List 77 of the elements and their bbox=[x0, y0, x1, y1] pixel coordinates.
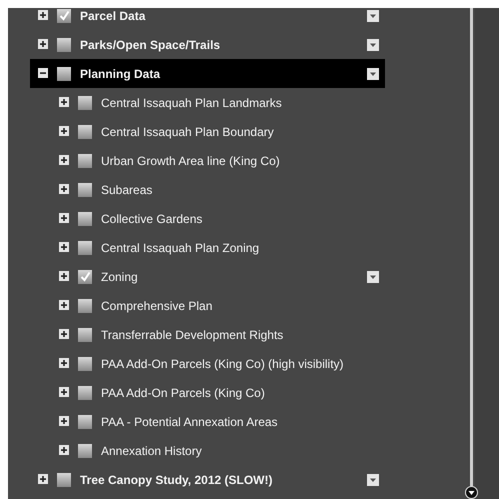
layer-row[interactable]: Planning Data bbox=[30, 59, 385, 88]
layer-label: PAA Add-On Parcels (King Co) (high visibility) bbox=[101, 356, 345, 370]
checkbox[interactable] bbox=[78, 356, 92, 370]
layer-row[interactable]: PAA - Potential Annexation Areas bbox=[30, 407, 385, 436]
checkbox[interactable] bbox=[78, 444, 92, 458]
scrollbar-track[interactable] bbox=[470, 8, 473, 486]
checkbox[interactable] bbox=[78, 298, 92, 312]
expand-icon[interactable] bbox=[59, 154, 69, 164]
checkbox[interactable] bbox=[78, 182, 92, 196]
checkbox[interactable] bbox=[57, 38, 71, 52]
expand-icon[interactable] bbox=[38, 10, 48, 20]
checkbox[interactable] bbox=[78, 212, 92, 226]
layer-label: PAA Add-On Parcels (King Co) bbox=[101, 386, 266, 400]
expand-icon[interactable] bbox=[59, 270, 69, 280]
checkbox[interactable] bbox=[78, 124, 92, 138]
dropdown-icon[interactable] bbox=[367, 270, 379, 282]
layer-label: Planning Data bbox=[80, 66, 162, 80]
expand-icon[interactable] bbox=[59, 358, 69, 368]
layer-row[interactable]: Zoning bbox=[30, 262, 385, 291]
layer-label: Annexation History bbox=[101, 444, 203, 458]
checkbox[interactable] bbox=[57, 8, 71, 22]
dropdown-icon[interactable] bbox=[367, 474, 379, 486]
expand-icon[interactable] bbox=[59, 212, 69, 222]
layer-label: Central Issaquah Plan Landmarks bbox=[101, 96, 283, 110]
layer-label: Parcel Data bbox=[80, 8, 146, 22]
expand-icon[interactable] bbox=[59, 96, 69, 106]
layer-row[interactable]: Central Issaquah Plan Zoning bbox=[30, 233, 385, 262]
checkbox[interactable] bbox=[78, 414, 92, 428]
layer-label: Central Issaquah Plan Boundary bbox=[101, 124, 275, 138]
checkbox[interactable] bbox=[78, 96, 92, 110]
layer-label: Urban Growth Area line (King Co) bbox=[101, 154, 281, 168]
check-icon bbox=[58, 10, 70, 21]
check-icon bbox=[80, 271, 90, 282]
checkbox[interactable] bbox=[78, 270, 92, 284]
layer-row[interactable]: Central Issaquah Plan Landmarks bbox=[30, 88, 385, 117]
layer-label: Tree Canopy Study, 2012 (SLOW!) bbox=[80, 472, 274, 486]
layer-row[interactable]: Subareas bbox=[30, 175, 385, 204]
layer-row[interactable]: PAA Add-On Parcels (King Co) bbox=[30, 378, 385, 407]
collapse-icon[interactable] bbox=[38, 68, 48, 78]
expand-icon[interactable] bbox=[59, 416, 69, 426]
layer-label: Collective Gardens bbox=[101, 212, 204, 226]
dropdown-icon[interactable] bbox=[367, 68, 379, 80]
expand-icon[interactable] bbox=[38, 474, 48, 484]
layer-label: Zoning bbox=[101, 270, 139, 284]
dropdown-icon[interactable] bbox=[367, 10, 379, 22]
layer-row[interactable]: Annexation History bbox=[30, 436, 385, 465]
layer-label: Transferrable Development Rights bbox=[101, 328, 284, 342]
expand-icon[interactable] bbox=[59, 184, 69, 194]
expand-icon[interactable] bbox=[59, 300, 69, 310]
expand-icon[interactable] bbox=[59, 328, 69, 338]
layer-row[interactable]: Parcel Data bbox=[30, 8, 385, 30]
expand-icon[interactable] bbox=[59, 126, 69, 136]
expand-icon[interactable] bbox=[38, 38, 48, 48]
layer-row[interactable]: Central Issaquah Plan Boundary bbox=[30, 117, 385, 146]
layer-label: Central Issaquah Plan Zoning bbox=[101, 240, 260, 254]
checkbox[interactable] bbox=[78, 386, 92, 400]
layer-row[interactable]: Urban Growth Area line (King Co) bbox=[30, 146, 385, 175]
layer-label: Parks/Open Space/Trails bbox=[80, 38, 222, 52]
checkbox[interactable] bbox=[78, 328, 92, 342]
layer-label: Subareas bbox=[101, 182, 154, 196]
layer-row[interactable]: Parks/Open Space/Trails bbox=[30, 30, 385, 59]
layer-row[interactable]: Transferrable Development Rights bbox=[30, 320, 385, 349]
expand-icon[interactable] bbox=[59, 386, 69, 396]
layer-row[interactable]: Collective Gardens bbox=[30, 204, 385, 233]
layer-row[interactable]: PAA Add-On Parcels (King Co) (high visibility) bbox=[30, 349, 385, 378]
layer-row[interactable]: Comprehensive Plan bbox=[30, 291, 385, 320]
checkbox[interactable] bbox=[57, 472, 71, 486]
checkbox[interactable] bbox=[57, 66, 71, 80]
dropdown-icon[interactable] bbox=[367, 38, 379, 50]
checkbox[interactable] bbox=[78, 154, 92, 168]
expand-icon[interactable] bbox=[59, 242, 69, 252]
expand-icon[interactable] bbox=[59, 444, 69, 454]
layer-label: PAA - Potential Annexation Areas bbox=[101, 414, 279, 428]
layer-row[interactable]: Tree Canopy Study, 2012 (SLOW!) bbox=[30, 465, 385, 494]
checkbox[interactable] bbox=[78, 240, 92, 254]
layer-label: Comprehensive Plan bbox=[101, 298, 214, 312]
scroll-down-icon[interactable] bbox=[465, 486, 478, 499]
